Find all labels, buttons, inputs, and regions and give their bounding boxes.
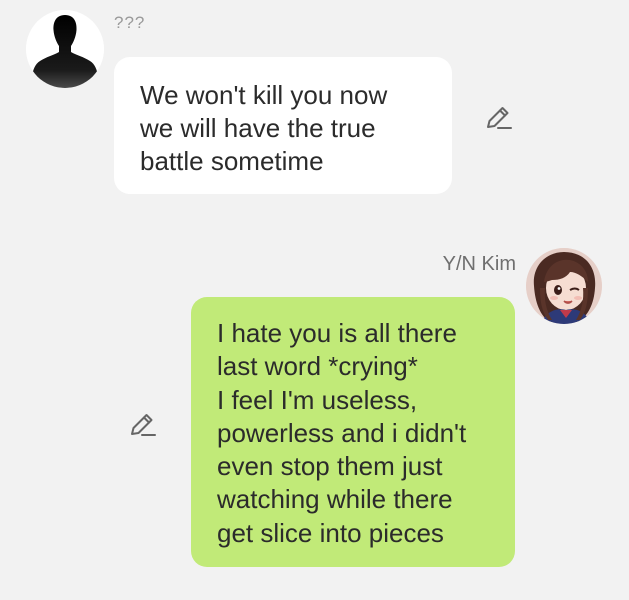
message-line: get slice into pieces: [217, 517, 444, 548]
chat-screen: ??? We won't kill you now we will have t…: [0, 0, 629, 600]
message-line: We won't kill you now: [140, 80, 388, 110]
pencil-edit-icon[interactable]: [485, 103, 513, 131]
message-bubble-received[interactable]: We won't kill you now we will have the t…: [114, 57, 452, 194]
pencil-edit-icon[interactable]: [129, 410, 157, 438]
sender-name: Y/N Kim: [442, 253, 516, 275]
message-line: we will have the true: [140, 113, 376, 143]
message-line: I feel I'm useless,: [217, 384, 418, 415]
message-line: powerless and i didn't: [217, 417, 467, 448]
anime-girl-avatar-icon[interactable]: [526, 248, 602, 324]
message-line: even stop them just: [217, 451, 443, 482]
sender-name: ???: [114, 13, 146, 32]
message-line: last word *crying*: [217, 351, 418, 382]
silhouette-avatar-icon[interactable]: [26, 10, 104, 88]
message-line: I hate you is all there: [217, 318, 457, 348]
message-bubble-sent[interactable]: I hate you is all there last word *cryin…: [191, 297, 515, 567]
message-line: watching while there: [217, 484, 453, 515]
message-line: battle sometime: [140, 146, 324, 176]
